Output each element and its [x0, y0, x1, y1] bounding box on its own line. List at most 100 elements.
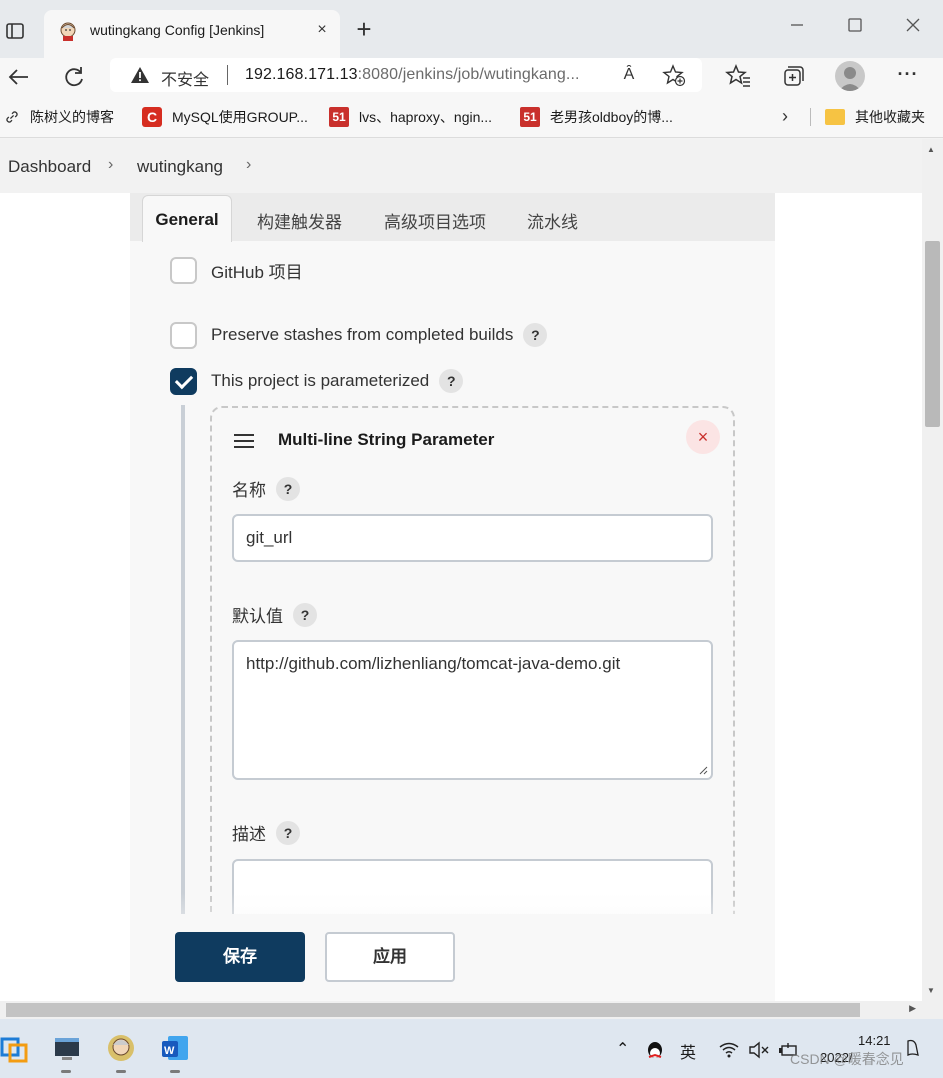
resize-grip-icon[interactable] [698, 765, 708, 775]
apply-button[interactable]: 应用 [325, 932, 455, 982]
favorite-label: MySQL使用GROUP... [172, 109, 308, 125]
breadcrumb-dashboard[interactable]: Dashboard [8, 157, 91, 177]
volume-muted-icon[interactable] [748, 1041, 770, 1059]
option-label[interactable]: GitHub 项目 [211, 258, 303, 283]
tab-close-icon[interactable]: × [314, 22, 330, 38]
horizontal-scroll-thumb[interactable] [6, 1003, 860, 1017]
tray-chevron-up-icon[interactable]: ⌃ [616, 1039, 629, 1059]
horizontal-scrollbar[interactable]: ▶ [0, 1001, 922, 1019]
vertical-scroll-thumb[interactable] [925, 241, 940, 427]
parameter-title: Multi-line String Parameter [278, 430, 495, 449]
breadcrumb-chevron-icon[interactable]: › [246, 156, 251, 174]
description-label: 描述 [232, 825, 266, 844]
tab-title: wutingkang Config [Jenkins] [90, 22, 265, 38]
tab-build-triggers[interactable]: 构建触发器 [257, 208, 342, 233]
name-label: 名称 [232, 481, 266, 500]
tab-advanced-options[interactable]: 高级项目选项 [384, 208, 486, 233]
scroll-right-icon[interactable]: ▶ [909, 1003, 916, 1014]
preserve-stashes-checkbox[interactable] [170, 321, 197, 349]
option-preserve-stashes: Preserve stashes from completed builds ? [170, 320, 548, 350]
new-tab-button[interactable]: + [352, 16, 376, 42]
profile-avatar[interactable] [835, 61, 865, 91]
description-label-row: 描述 ? [232, 820, 300, 845]
address-toolbar: 不安全 192.168.171.13:8080/jenkins/job/wuti… [0, 58, 943, 96]
vertical-scrollbar[interactable]: ▲ ▼ [922, 139, 943, 1001]
close-window-icon[interactable] [904, 16, 922, 34]
right-margin [775, 193, 922, 1001]
browser-tab-active[interactable]: wutingkang Config [Jenkins] × [44, 10, 340, 58]
url-port: :8080 [357, 66, 399, 83]
person-icon [839, 67, 861, 91]
favorite-item-3[interactable]: 51 老男孩oldboy的博... [520, 106, 673, 128]
read-aloud-icon[interactable]: Ȃ [617, 63, 641, 87]
breadcrumb: Dashboard › wutingkang › [0, 139, 922, 193]
omnibox-divider [227, 65, 228, 85]
word-app-icon[interactable]: W [160, 1033, 190, 1063]
parameterized-checkbox[interactable] [170, 367, 197, 395]
add-favorite-icon[interactable] [662, 63, 686, 87]
config-tabs: General 构建触发器 高级项目选项 流水线 [130, 193, 775, 242]
url-text[interactable]: 192.168.171.13:8080/jenkins/job/wutingka… [245, 66, 580, 84]
form-actions-bar: 保存 应用 [130, 914, 775, 1001]
other-favorites-folder[interactable]: 其他收藏夹 [825, 106, 925, 128]
folder-icon [825, 109, 845, 125]
qq-tray-icon[interactable] [645, 1040, 665, 1062]
collections-icon[interactable] [779, 62, 807, 90]
minimize-icon[interactable] [788, 16, 806, 34]
warning-icon[interactable] [130, 65, 150, 85]
help-icon[interactable]: ? [293, 602, 317, 627]
scroll-up-icon[interactable]: ▲ [927, 145, 935, 154]
chevron-right-icon[interactable]: › [782, 106, 788, 127]
left-margin [0, 193, 130, 1001]
running-indicator [116, 1070, 126, 1073]
tab-general[interactable]: General [142, 195, 232, 242]
favorite-label: lvs、haproxy、ngin... [359, 109, 493, 125]
help-icon[interactable]: ? [523, 323, 548, 347]
config-panel: General 构建触发器 高级项目选项 流水线 GitHub 项目 Prese… [130, 193, 775, 1001]
jenkins-app-icon[interactable] [106, 1033, 136, 1063]
jenkins-favicon-icon [60, 22, 76, 41]
favorite-label: 陈树义的博客 [30, 109, 114, 125]
51cto-icon: 51 [520, 107, 540, 127]
option-label[interactable]: Preserve stashes from completed builds [211, 325, 513, 345]
breadcrumb-job[interactable]: wutingkang [137, 157, 223, 177]
name-input[interactable]: git_url [232, 514, 713, 562]
favorite-label: 老男孩oldboy的博... [550, 109, 673, 125]
taskbar: W ⌃ 英 14:21 2022/ CSDN @暖春念见 [0, 1019, 943, 1078]
vmware-app-icon[interactable] [0, 1033, 30, 1063]
default-value-textarea[interactable]: http://github.com/lizhenliang/tomcat-jav… [232, 640, 713, 780]
c-icon: C [142, 107, 162, 127]
default-value-text: http://github.com/lizhenliang/tomcat-jav… [246, 654, 621, 673]
github-project-checkbox[interactable] [170, 256, 197, 284]
terminal-app-icon[interactable] [52, 1033, 82, 1063]
option-label[interactable]: This project is parameterized [211, 371, 429, 391]
maximize-icon[interactable] [846, 16, 864, 34]
scroll-down-icon[interactable]: ▼ [927, 986, 935, 995]
tab-actions-icon[interactable] [4, 20, 26, 42]
tab-pipeline[interactable]: 流水线 [527, 208, 578, 233]
remove-parameter-close-icon[interactable]: × [686, 420, 720, 454]
name-label-row: 名称 ? [232, 476, 300, 501]
notification-icon[interactable] [904, 1037, 922, 1059]
address-input[interactable]: 不安全 192.168.171.13:8080/jenkins/job/wuti… [110, 58, 702, 92]
back-icon[interactable] [4, 62, 34, 92]
refresh-icon[interactable] [59, 62, 89, 92]
more-menu-icon[interactable]: ··· [896, 64, 920, 88]
insecure-label[interactable]: 不安全 [161, 66, 209, 90]
help-icon[interactable]: ? [276, 820, 300, 845]
ime-indicator[interactable]: 英 [680, 1039, 696, 1063]
favorites-bar: 陈树义的博客 C MySQL使用GROUP... 51 lvs、haproxy、… [0, 96, 943, 138]
favorite-item-2[interactable]: 51 lvs、haproxy、ngin... [329, 106, 492, 128]
favorite-item-1[interactable]: C MySQL使用GROUP... [142, 106, 308, 128]
breadcrumb-chevron-icon[interactable]: › [108, 156, 113, 174]
wifi-icon[interactable] [718, 1041, 740, 1059]
option-github-project: GitHub 项目 [170, 255, 303, 285]
favorite-item-0[interactable]: 陈树义的博客 [4, 106, 114, 128]
save-button[interactable]: 保存 [175, 932, 305, 982]
favorites-divider [810, 108, 811, 126]
favorites-icon[interactable] [724, 62, 752, 90]
help-icon[interactable]: ? [439, 369, 464, 393]
help-icon[interactable]: ? [276, 476, 300, 501]
running-indicator [61, 1070, 71, 1073]
drag-handle-icon[interactable] [234, 434, 254, 448]
